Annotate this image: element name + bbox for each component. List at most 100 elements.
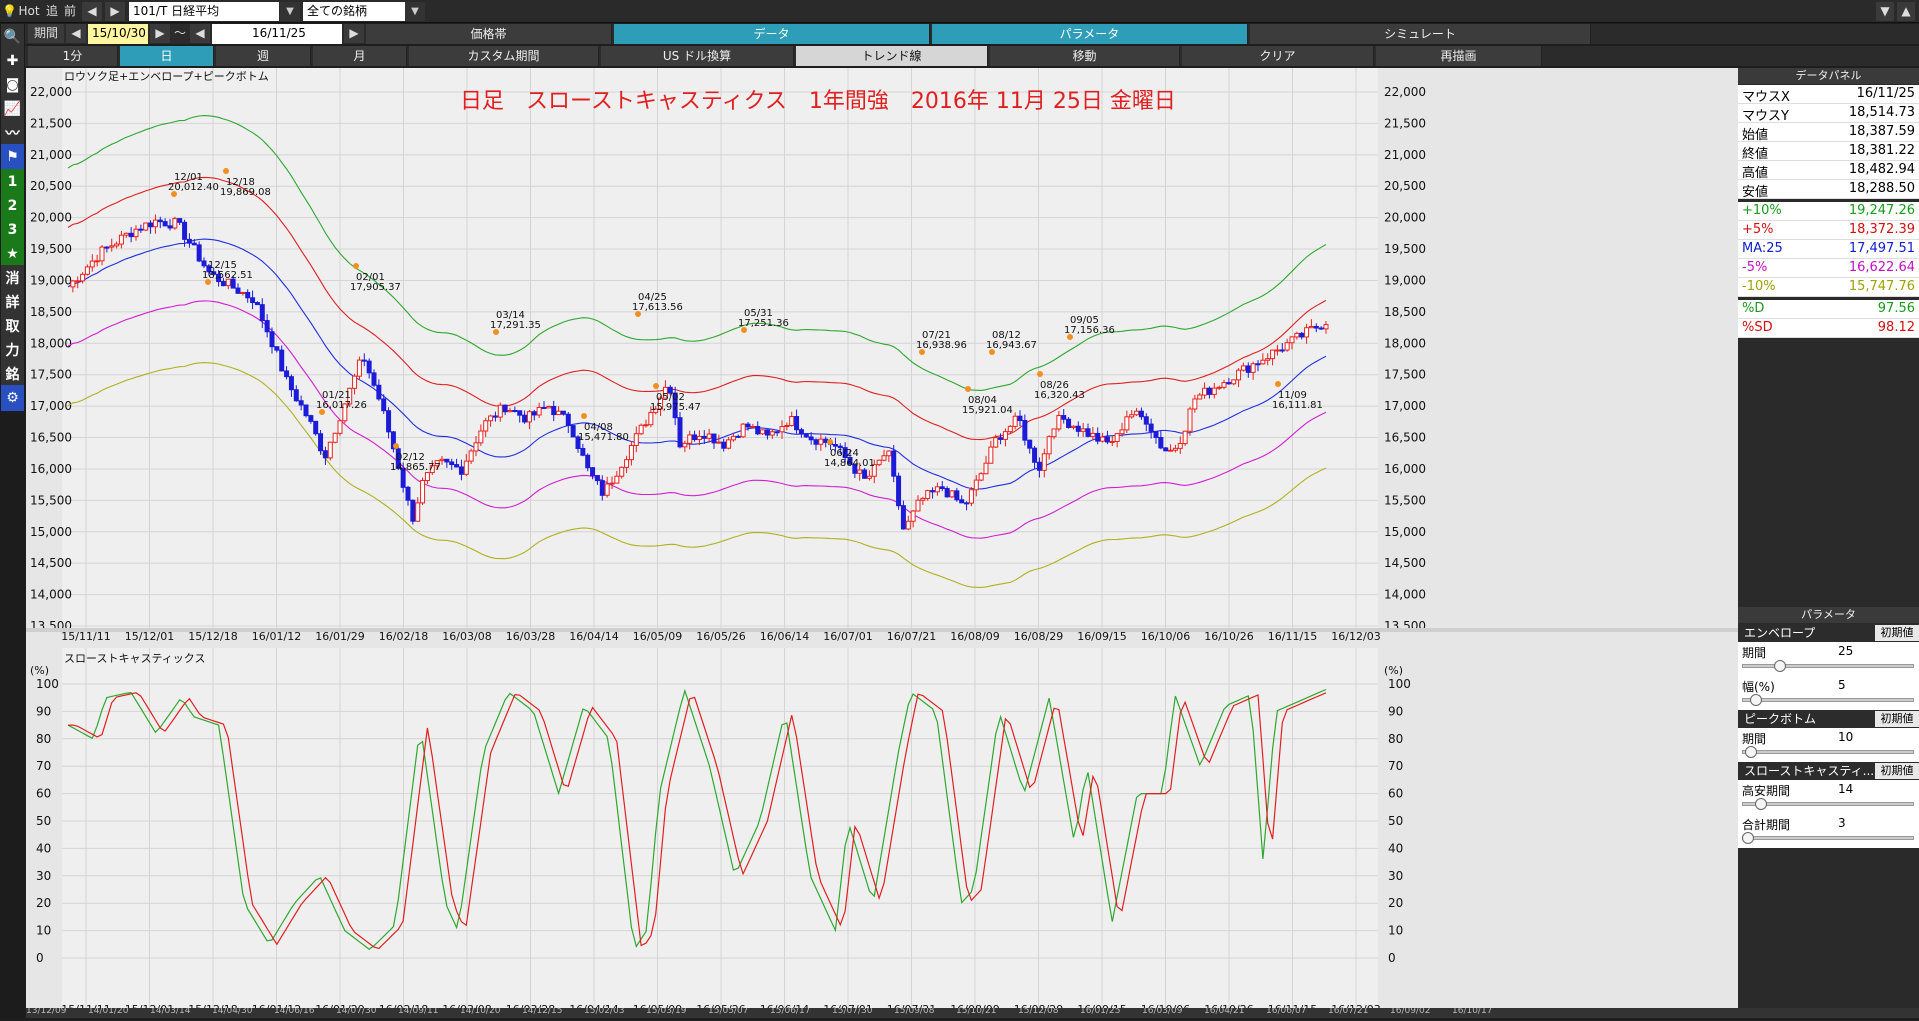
layout-2-icon[interactable]: 2 bbox=[1, 193, 24, 219]
prev-label[interactable]: 前 bbox=[62, 2, 78, 21]
bottom-date-strip[interactable]: 13/12/09 14/01/20 14/03/14 14/04/30 14/06/16… bbox=[26, 1008, 1919, 1018]
minimize-icon[interactable]: ▼ bbox=[1876, 2, 1894, 21]
settings-icon[interactable]: ⚙ bbox=[1, 385, 24, 411]
period-from-prev-icon[interactable]: ◀ bbox=[66, 24, 86, 43]
candle-body bbox=[1294, 332, 1300, 338]
candle-body bbox=[492, 415, 498, 418]
price-tick-left: 15,500 bbox=[30, 493, 72, 507]
maximize-icon[interactable]: ▲ bbox=[1897, 2, 1915, 21]
period-to-next-icon[interactable]: ▶ bbox=[344, 24, 364, 43]
param-slider[interactable] bbox=[1742, 664, 1914, 668]
sub-tab-8[interactable]: クリア bbox=[1182, 46, 1374, 66]
panel-separator[interactable] bbox=[26, 628, 1738, 632]
candle-body bbox=[993, 437, 999, 448]
slider-thumb[interactable] bbox=[1750, 694, 1762, 706]
param-label: 期間 bbox=[1742, 732, 1767, 746]
search-icon[interactable]: 🔍 bbox=[1, 24, 24, 50]
sub-tab-6[interactable]: トレンド線 bbox=[796, 46, 988, 66]
sub-tab-9[interactable]: 再描画 bbox=[1376, 46, 1542, 66]
slider-thumb[interactable] bbox=[1742, 832, 1754, 844]
candle-body bbox=[196, 244, 202, 262]
sub-tab-4[interactable]: カスタム期間 bbox=[409, 46, 599, 66]
bulb-icon[interactable]: 💡 bbox=[2, 2, 17, 21]
param-value: 5 bbox=[1838, 678, 1846, 692]
candle-body bbox=[327, 441, 333, 459]
candle-body bbox=[250, 297, 256, 304]
candle-body bbox=[138, 228, 144, 231]
symbol-field[interactable]: 101/T 日経平均 bbox=[129, 2, 279, 21]
slider-thumb[interactable] bbox=[1754, 798, 1767, 810]
indicator-icon[interactable]: 〰 bbox=[1, 120, 24, 146]
pct-label-right: (%) bbox=[1384, 664, 1403, 677]
candle-body bbox=[711, 433, 717, 444]
pct-tick-left: 50 bbox=[36, 814, 51, 828]
period-to-prev-icon[interactable]: ◀ bbox=[190, 24, 210, 43]
period-to-field[interactable]: 16/11/25 bbox=[212, 24, 342, 44]
input-icon[interactable]: 力 bbox=[1, 337, 24, 363]
candle-body bbox=[959, 499, 965, 504]
universe-dropdown-icon[interactable]: ▼ bbox=[405, 2, 425, 21]
main-tab-3[interactable]: シミュレート bbox=[1250, 24, 1591, 44]
main-plot-bg bbox=[62, 68, 1378, 628]
chart-area[interactable]: 22,000 22,000 21,500 21,500 21,000 21,000 20,5… bbox=[26, 68, 1738, 1018]
sub-tab-0[interactable]: 1分 bbox=[28, 46, 118, 66]
param-slider[interactable] bbox=[1742, 802, 1914, 806]
universe-field[interactable]: 全ての銘柄 bbox=[303, 2, 405, 21]
candle-body bbox=[643, 424, 649, 427]
star-icon[interactable]: ★ bbox=[1, 241, 24, 267]
candle-body bbox=[114, 243, 120, 247]
data-panel-key: 高値 bbox=[1742, 166, 1769, 181]
symbol-dropdown-icon[interactable]: ▼ bbox=[280, 2, 300, 21]
layout-1-icon[interactable]: 1 bbox=[1, 169, 24, 195]
hot-button[interactable]: Hot bbox=[18, 2, 40, 21]
sub-tab-1[interactable]: 日 bbox=[120, 46, 214, 66]
peak-marker bbox=[353, 263, 359, 269]
candle-body bbox=[881, 455, 887, 461]
slider-thumb[interactable] bbox=[1745, 746, 1758, 758]
main-tab-1[interactable]: データ bbox=[614, 24, 930, 44]
param-slider[interactable] bbox=[1742, 750, 1914, 754]
slider-thumb[interactable] bbox=[1774, 660, 1786, 672]
bottom-date-label: 13/12/09 bbox=[26, 1008, 67, 1016]
param-slider[interactable] bbox=[1742, 836, 1914, 840]
period-from-next-icon[interactable]: ▶ bbox=[150, 24, 170, 43]
layout-3-icon[interactable]: 3 bbox=[1, 217, 24, 243]
follow-button[interactable]: 追 bbox=[44, 2, 60, 21]
reset-button[interactable]: 初期値 bbox=[1875, 625, 1919, 641]
candle-body bbox=[949, 490, 955, 498]
sub-tab-7[interactable]: 移動 bbox=[990, 46, 1180, 66]
brand-icon[interactable]: 銘 bbox=[1, 361, 24, 387]
chart-icon[interactable]: 📈 bbox=[1, 96, 24, 122]
sub-tab-5[interactable]: US ドル換算 bbox=[601, 46, 794, 66]
main-tab-2[interactable]: パラメータ bbox=[932, 24, 1248, 44]
sub-tab-2[interactable]: 週 bbox=[216, 46, 311, 66]
chart-svg[interactable]: 22,000 22,000 21,500 21,500 21,000 21,000 20,5… bbox=[26, 68, 1738, 1018]
back-arrow-icon[interactable]: ◀ bbox=[82, 2, 102, 21]
flag-icon[interactable]: ⚑ bbox=[1, 144, 24, 170]
candle-body bbox=[1318, 327, 1324, 330]
data-panel-value: 98.12 bbox=[1877, 320, 1915, 335]
camera-icon[interactable]: ◙ bbox=[1, 72, 24, 98]
erase-icon[interactable]: 消 bbox=[1, 265, 24, 291]
forward-arrow-icon[interactable]: ▶ bbox=[105, 2, 125, 21]
price-tick-left: 18,500 bbox=[30, 305, 72, 319]
candle-body bbox=[1027, 439, 1033, 449]
param-section-name: スローストキャスティ... bbox=[1744, 764, 1875, 778]
period-from-field[interactable]: 15/10/30 bbox=[88, 24, 148, 44]
param-section-name: ピークボトム bbox=[1744, 712, 1817, 726]
main-tab-0[interactable]: 価格帯 bbox=[366, 24, 612, 44]
data-panel-row: +10% 19,247.26 bbox=[1738, 202, 1919, 221]
param-slider[interactable] bbox=[1742, 698, 1914, 702]
sub-tab-3[interactable]: 月 bbox=[313, 46, 407, 66]
bottom-date-label: 15/10/21 bbox=[956, 1008, 997, 1016]
candle-body bbox=[1114, 433, 1120, 442]
price-tick-right: 15,500 bbox=[1384, 493, 1426, 507]
price-tick-left: 16,500 bbox=[30, 431, 72, 445]
reset-button[interactable]: 初期値 bbox=[1875, 711, 1919, 727]
memo-icon[interactable]: 詳 bbox=[1, 289, 24, 315]
candle-body bbox=[546, 405, 552, 409]
candle-body bbox=[590, 467, 596, 477]
reset-button[interactable]: 初期値 bbox=[1875, 763, 1919, 779]
crosshair-icon[interactable]: ✚ bbox=[1, 48, 24, 74]
take-icon[interactable]: 取 bbox=[1, 313, 24, 339]
